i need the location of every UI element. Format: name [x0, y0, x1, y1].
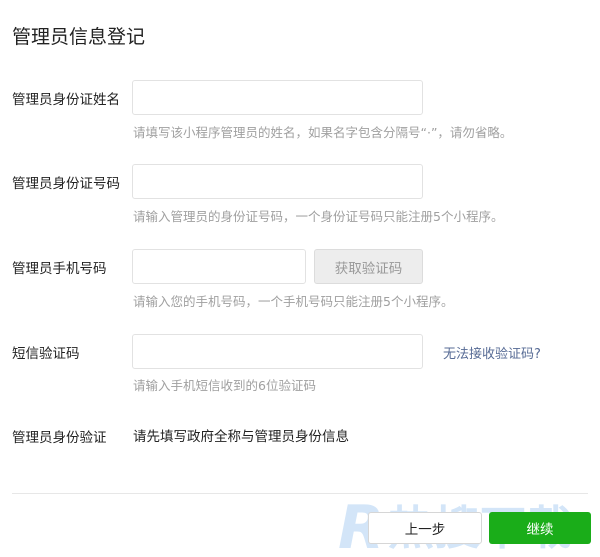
name-label: 管理员身份证姓名: [12, 92, 120, 108]
continue-button[interactable]: 继续: [489, 512, 591, 544]
footer-divider: [12, 493, 588, 494]
phone-input[interactable]: [132, 249, 306, 284]
id-number-input[interactable]: [132, 164, 423, 199]
identity-verify-label: 管理员身份验证: [12, 430, 107, 446]
phone-label: 管理员手机号码: [12, 261, 107, 277]
identity-verify-text: 请先填写政府全称与管理员身份信息: [133, 429, 349, 445]
sms-code-input[interactable]: [132, 334, 423, 369]
sms-code-label: 短信验证码: [12, 346, 80, 362]
id-number-label: 管理员身份证号码: [12, 176, 120, 192]
name-hint: 请填写该小程序管理员的姓名，如果名字包含分隔号“·”，请勿省略。: [133, 125, 513, 140]
sms-code-hint: 请输入手机短信收到的6位验证码: [133, 378, 316, 393]
cannot-receive-code-link[interactable]: 无法接收验证码?: [443, 343, 541, 362]
page-title: 管理员信息登记: [12, 26, 146, 48]
name-input[interactable]: [132, 80, 423, 115]
id-number-hint: 请输入管理员的身份证号码，一个身份证号码只能注册5个小程序。: [133, 209, 504, 224]
phone-hint: 请输入您的手机号码，一个手机号码只能注册5个小程序。: [133, 294, 454, 309]
get-code-button[interactable]: 获取验证码: [314, 249, 423, 284]
prev-step-button[interactable]: 上一步: [368, 512, 482, 544]
